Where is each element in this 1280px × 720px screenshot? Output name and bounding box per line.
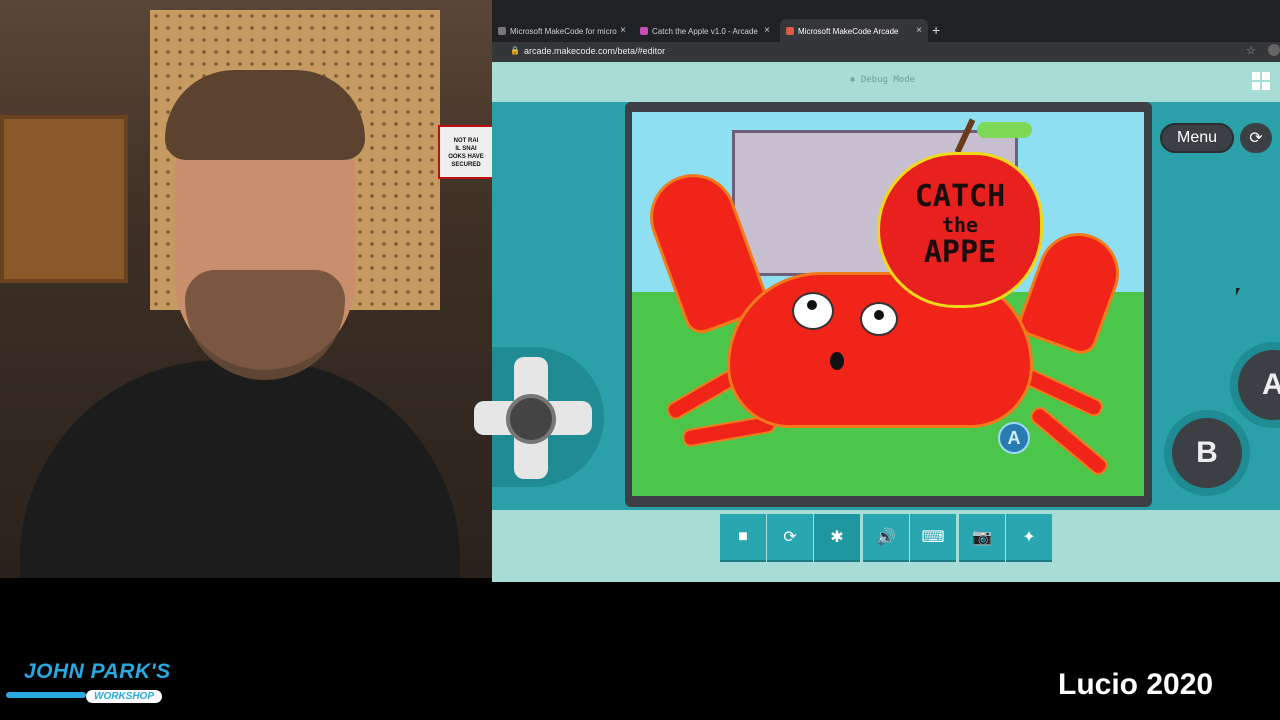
webcam-video: NOT RAI IL SNAI OOKS HAVE SECURED	[0, 0, 492, 578]
person-hair	[165, 70, 365, 160]
press-a-marker: A	[998, 422, 1030, 454]
title-line-2: the	[941, 213, 979, 237]
apple-title-sprite: CATCH the APPE	[877, 152, 1043, 308]
crab-eye	[792, 292, 834, 330]
sound-button[interactable]: 🔊	[863, 514, 909, 562]
tab-makecode-arcade[interactable]: Microsoft MakeCode Arcade ×	[780, 19, 928, 43]
new-tab-button[interactable]: +	[932, 22, 940, 38]
tab-label: Catch the Apple v1.0 - Arcade	[652, 26, 758, 36]
close-icon[interactable]: ×	[764, 25, 770, 36]
brand-title: JOHN PARK'S	[24, 660, 171, 683]
credit-text: Lucio 2020	[1058, 668, 1214, 701]
workshop-sign: NOT RAI IL SNAI OOKS HAVE SECURED	[438, 125, 492, 179]
close-icon[interactable]: ×	[916, 25, 922, 36]
dpad-center[interactable]	[506, 394, 556, 444]
screenshot-icon: 📷	[972, 529, 992, 546]
arcade-icon	[786, 27, 794, 35]
menu-button[interactable]: Menu	[1160, 123, 1234, 153]
fullscreen-button[interactable]: ✦	[1006, 514, 1052, 562]
debug-button[interactable]: ✱	[814, 514, 860, 562]
keyboard-icon: ⌨	[921, 529, 945, 546]
crab-mouth	[830, 352, 844, 370]
screenshot-button[interactable]: 📷	[959, 514, 1005, 562]
john-parks-workshop-logo: JOHN PARK'S WORKSHOP	[6, 660, 226, 714]
b-button[interactable]: B	[1172, 418, 1242, 488]
title-line-1: CATCH	[914, 179, 1006, 214]
stop-icon: ■	[738, 528, 748, 545]
title-line-3: APPE	[923, 235, 997, 270]
profile-icon[interactable]	[1268, 44, 1280, 56]
fullscreen-icon: ✦	[1022, 529, 1036, 546]
tab-label: Microsoft MakeCode Arcade	[798, 26, 899, 36]
plug-cable-icon	[6, 692, 86, 698]
makecode-arcade-simulator: ✱ Debug Mode CATCH the APPE A Menu ⟳ A B…	[474, 62, 1280, 582]
restart-icon: ⟳	[783, 529, 797, 546]
debug-mode-label: ✱ Debug Mode	[850, 75, 916, 85]
tab-bar: Microsoft MakeCode for micro × Catch the…	[492, 14, 1280, 44]
shelf	[0, 115, 128, 283]
crab-eye	[860, 302, 898, 336]
keyboard-button[interactable]: ⌨	[910, 514, 956, 562]
reload-icon[interactable]: ⟳	[1240, 123, 1272, 153]
game-screen[interactable]: CATCH the APPE A	[632, 112, 1144, 496]
brand-subtitle: WORKSHOP	[86, 690, 162, 703]
sound-icon: 🔊	[876, 529, 896, 546]
person-shirt	[20, 360, 460, 578]
debug-icon: ✱	[830, 529, 844, 546]
microsoft-logo-icon[interactable]	[1252, 72, 1272, 92]
tab-makecode-microbit[interactable]: Microsoft MakeCode for micro ×	[492, 19, 632, 43]
bookmark-star-icon[interactable]: ☆	[1246, 44, 1256, 57]
url-text[interactable]: arcade.makecode.com/beta/#editor	[524, 46, 665, 56]
apple-leaf	[977, 122, 1032, 138]
restart-button[interactable]: ⟳	[767, 514, 813, 562]
close-icon[interactable]: ×	[620, 25, 626, 36]
mouse-cursor-icon	[1236, 288, 1240, 296]
simulator-toolbar: ■ ⟳ ✱ 🔊 ⌨ 📷 ✦	[720, 514, 1052, 562]
stop-button[interactable]: ■	[720, 514, 766, 562]
makecode-icon	[640, 27, 648, 35]
globe-icon	[498, 27, 506, 35]
tab-label: Microsoft MakeCode for micro	[510, 26, 617, 36]
tab-catch-the-apple[interactable]: Catch the Apple v1.0 - Arcade ×	[634, 19, 776, 43]
lock-icon: 🔒	[510, 46, 520, 55]
